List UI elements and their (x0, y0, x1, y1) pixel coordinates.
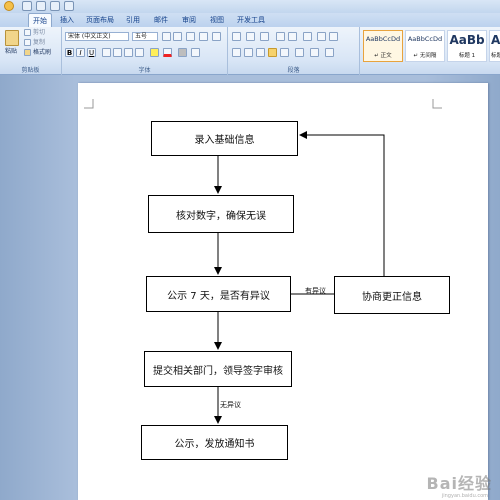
tab-page-layout[interactable]: 页面布局 (84, 13, 116, 27)
strikethrough-icon[interactable] (102, 48, 111, 57)
italic-icon[interactable]: I (76, 48, 85, 57)
style-normal[interactable]: AaBbCcDd ↵ 正文 (363, 30, 403, 62)
show-marks-icon[interactable] (329, 32, 338, 41)
clipboard-group: 粘贴 剪切 复制 格式刷 剪贴板 (0, 27, 62, 75)
borders-icon[interactable] (325, 48, 334, 57)
font-color-icon[interactable] (163, 48, 172, 57)
tab-mailings[interactable]: 邮件 (150, 13, 172, 27)
bold-icon[interactable]: B (65, 48, 74, 57)
style-sample: AaBb (449, 33, 485, 47)
paste-label[interactable]: 粘贴 (5, 47, 17, 56)
watermark-url: jingyan.baidu.com (441, 493, 488, 499)
office-button-icon[interactable] (4, 1, 14, 11)
quick-access-dropdown-icon[interactable] (64, 1, 74, 11)
line-spacing-icon[interactable] (295, 48, 304, 57)
superscript-icon[interactable] (124, 48, 133, 57)
paste-icon[interactable] (5, 30, 19, 46)
style-name: 标题 1 (458, 53, 476, 59)
clipboard-group-label: 剪贴板 (21, 67, 40, 74)
styles-group: AaBbCcDd ↵ 正文 AaBbCcDd ↵ 无间隔 AaBb 标题 1 A… (360, 27, 500, 75)
copy-label[interactable]: 复制 (33, 38, 45, 47)
save-icon[interactable] (22, 1, 32, 11)
style-sample: AaBbCcDd (365, 35, 401, 43)
phonetic-guide-icon[interactable] (199, 32, 208, 41)
undo-icon[interactable] (36, 1, 46, 11)
cut-label[interactable]: 剪切 (33, 28, 45, 37)
enclose-characters-icon[interactable] (191, 48, 200, 57)
numbering-icon[interactable] (246, 32, 255, 41)
tab-home[interactable]: 开始 (28, 13, 52, 27)
decrease-indent-icon[interactable] (276, 32, 285, 41)
increase-indent-icon[interactable] (288, 32, 297, 41)
sort-icon[interactable] (317, 32, 326, 41)
chinese-layout-icon[interactable] (303, 32, 312, 41)
flow-step-verify[interactable]: 核对数字，确保无误 (148, 195, 294, 233)
align-left-icon[interactable] (232, 48, 241, 57)
document-page[interactable]: 录入基础信息 核对数字，确保无误 公示 7 天，是否有异议 协商更正信息 提交相… (78, 83, 488, 500)
character-border-icon[interactable] (212, 32, 221, 41)
format-painter-icon[interactable] (24, 49, 31, 56)
justify-icon[interactable] (268, 48, 277, 57)
font-group-label: 字体 (138, 67, 151, 74)
arrow-step4-to-step1 (299, 131, 385, 276)
style-sample: AaB (491, 33, 500, 47)
format-painter-label[interactable]: 格式刷 (33, 48, 51, 57)
grow-font-icon[interactable] (162, 32, 171, 41)
ribbon-tab-bar: 开始 插入 页面布局 引用 邮件 审阅 视图 开发工具 (0, 13, 500, 27)
flow-step-publicize[interactable]: 公示 7 天，是否有异议 (146, 276, 291, 312)
bullets-icon[interactable] (232, 32, 241, 41)
distributed-icon[interactable] (280, 48, 289, 57)
character-shading-icon[interactable] (178, 48, 187, 57)
flow-step-enter-info[interactable]: 录入基础信息 (151, 121, 298, 156)
subscript-icon[interactable] (113, 48, 122, 57)
align-center-icon[interactable] (244, 48, 253, 57)
shrink-font-icon[interactable] (173, 32, 182, 41)
tab-developer[interactable]: 开发工具 (234, 13, 268, 27)
style-name: ↵ 正文 (374, 53, 392, 59)
tab-insert[interactable]: 插入 (56, 13, 78, 27)
style-name: ↵ 无间隔 (413, 53, 437, 59)
style-sample: AaBbCcDd (407, 35, 443, 43)
style-heading-2[interactable]: AaB 标题 2 (489, 30, 500, 62)
align-right-icon[interactable] (256, 48, 265, 57)
tab-references[interactable]: 引用 (122, 13, 144, 27)
paragraph-group-label: 段落 (287, 67, 300, 74)
flow-step-negotiate[interactable]: 协商更正信息 (334, 276, 450, 314)
change-case-icon[interactable] (135, 48, 144, 57)
paragraph-shading-icon[interactable] (310, 48, 319, 57)
font-group: 宋体 (中文正文) 五号 B I U 字体 (62, 27, 228, 75)
highlight-color-icon[interactable] (150, 48, 159, 57)
font-size-dropdown[interactable]: 五号 (132, 32, 158, 41)
style-no-spacing[interactable]: AaBbCcDd ↵ 无间隔 (405, 30, 445, 62)
flow-step-notify[interactable]: 公示，发放通知书 (141, 425, 288, 460)
tab-view[interactable]: 视图 (206, 13, 228, 27)
underline-icon[interactable]: U (87, 48, 96, 57)
flow-step-submit-review[interactable]: 提交相关部门，领导签字审核 (144, 351, 292, 387)
watermark-logo: Bai经验 (426, 474, 492, 493)
paragraph-group: 段落 (228, 27, 360, 75)
tab-review[interactable]: 审阅 (178, 13, 200, 27)
copy-icon[interactable] (24, 39, 31, 46)
style-heading-1[interactable]: AaBb 标题 1 (447, 30, 487, 62)
label-has-objection: 有异议 (305, 287, 326, 295)
style-name: 标题 2 (491, 53, 500, 59)
ribbon: 粘贴 剪切 复制 格式刷 剪贴板 宋体 (中文正文) 五号 B I U 字体 段… (0, 27, 500, 75)
cut-icon[interactable] (24, 29, 31, 36)
clear-format-icon[interactable] (186, 32, 195, 41)
font-name-dropdown[interactable]: 宋体 (中文正文) (65, 32, 129, 41)
label-no-objection: 无异议 (220, 401, 241, 409)
title-bar (0, 0, 500, 13)
multilevel-list-icon[interactable] (260, 32, 269, 41)
redo-icon[interactable] (50, 1, 60, 11)
